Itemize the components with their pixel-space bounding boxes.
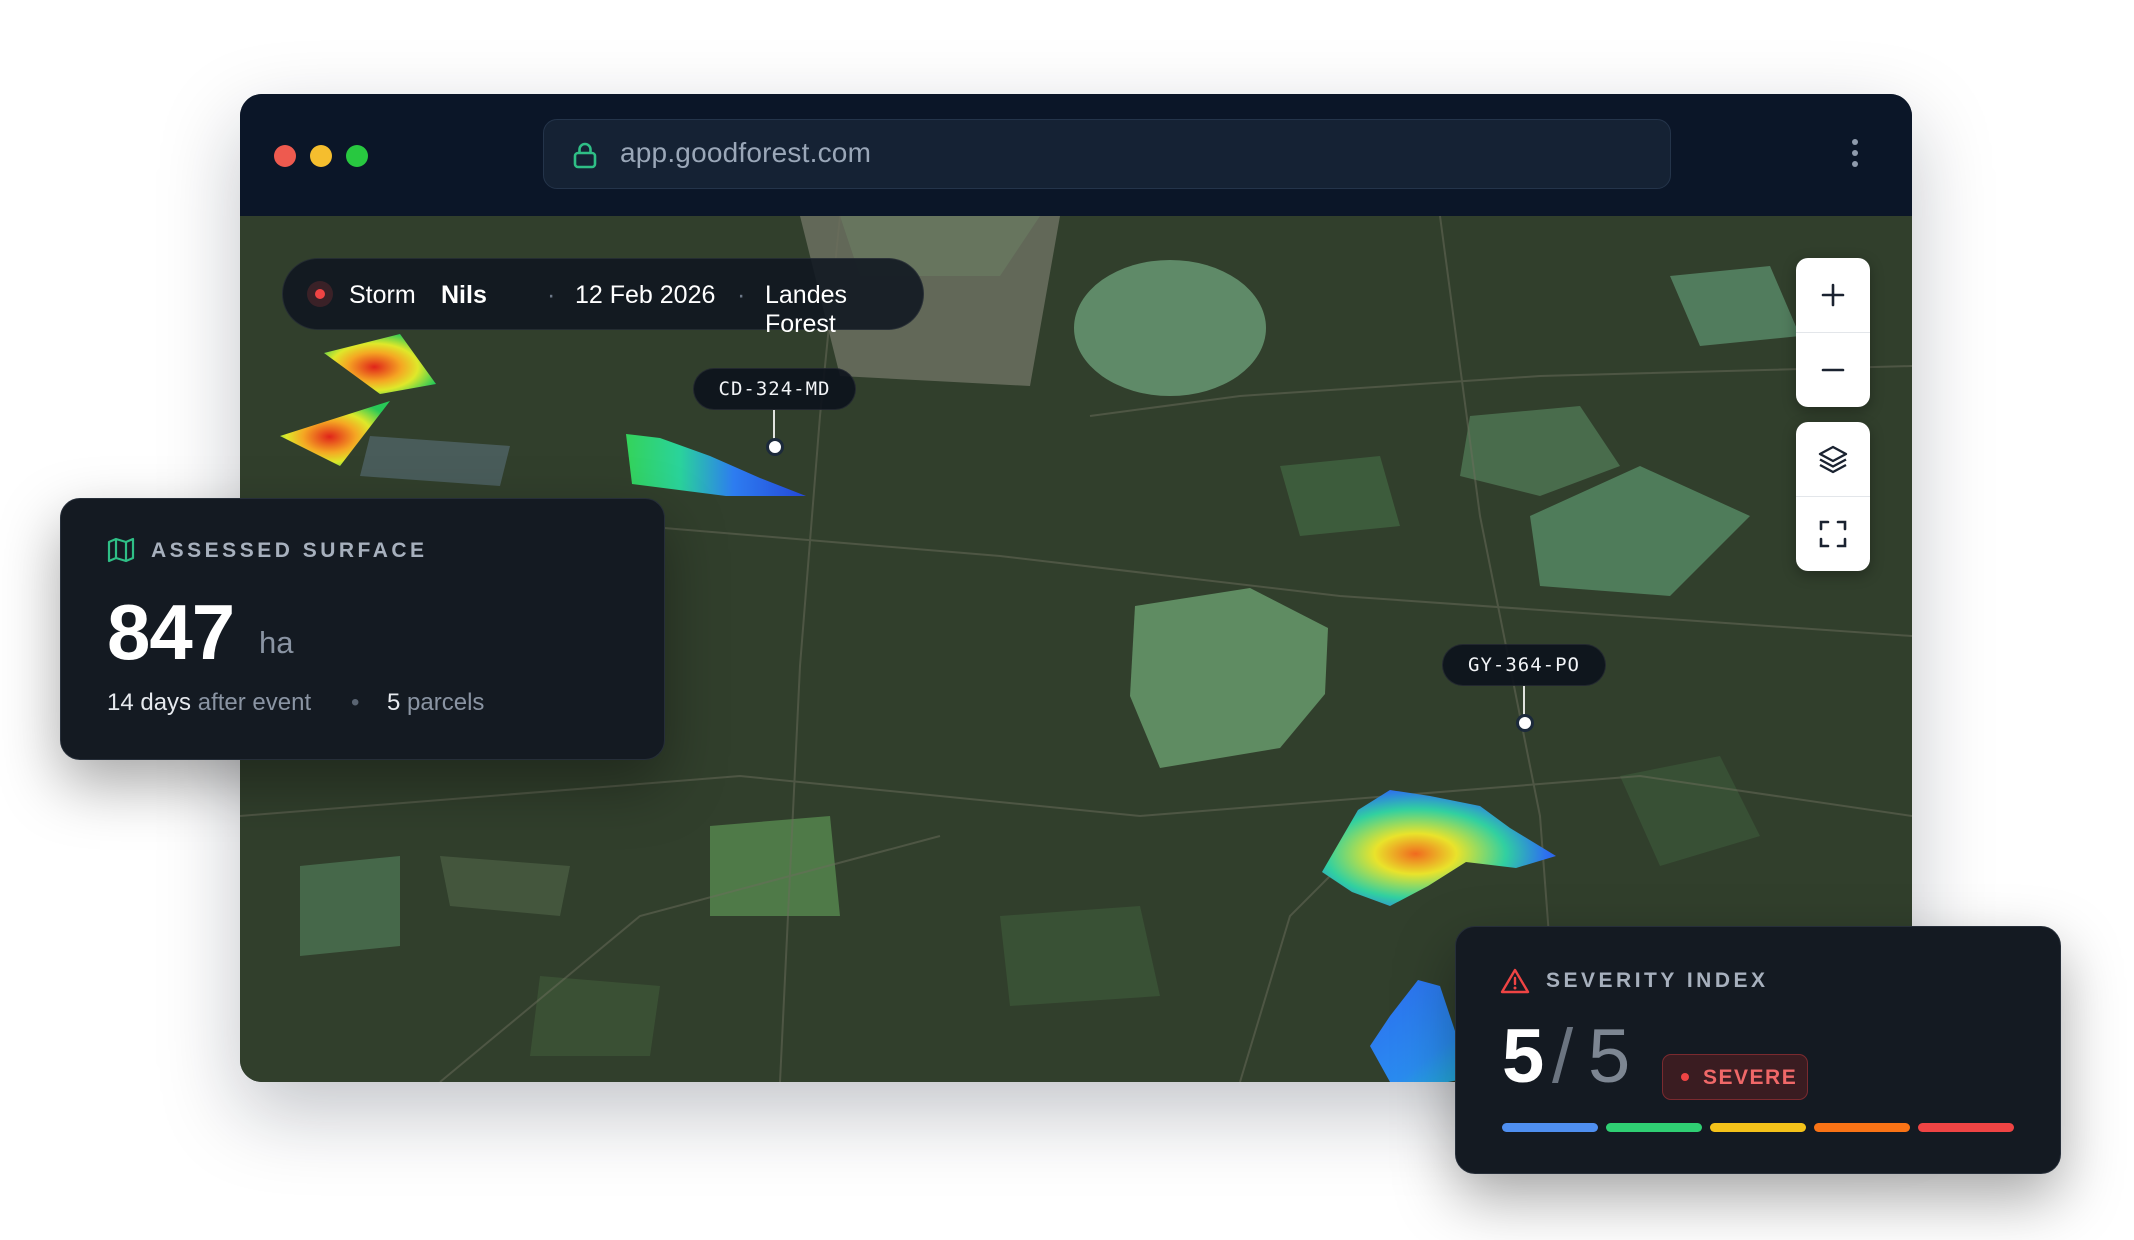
card-label: SEVERITY INDEX — [1546, 969, 1769, 992]
parcel-label[interactable]: CD-324-MD — [693, 368, 856, 410]
close-window-button[interactable] — [274, 145, 296, 167]
severity-scale-segment — [1918, 1123, 2014, 1132]
event-type: Storm — [349, 281, 416, 309]
minimize-window-button[interactable] — [310, 145, 332, 167]
maximize-window-button[interactable] — [346, 145, 368, 167]
fullscreen-button[interactable] — [1796, 496, 1870, 571]
layers-icon — [1818, 445, 1848, 474]
separator: • — [351, 689, 360, 716]
zoom-out-button[interactable] — [1796, 332, 1870, 407]
address-bar[interactable]: app.goodforest.com — [543, 119, 1671, 189]
severity-score: 5 — [1502, 1014, 1545, 1099]
view-controls — [1796, 422, 1870, 571]
severity-slash: / — [1552, 1014, 1574, 1099]
zoom-in-button[interactable] — [1796, 258, 1870, 332]
days-after-event: 14 days after event — [107, 689, 312, 716]
assessed-surface-card: ASSESSED SURFACE 847 ha 14 days after ev… — [60, 498, 665, 760]
severity-scale-segment — [1606, 1123, 1702, 1132]
event-name: Nils — [441, 281, 487, 309]
severity-badge: SEVERE — [1662, 1054, 1808, 1100]
url-text: app.goodforest.com — [620, 137, 872, 168]
severity-scale-segment — [1710, 1123, 1806, 1132]
severity-index-card: SEVERITY INDEX 5 / 5 SEVERE — [1455, 926, 2061, 1174]
surface-value: 847 — [107, 588, 235, 676]
more-options-icon[interactable] — [1850, 139, 1860, 169]
surface-unit: ha — [259, 625, 294, 660]
event-location: Landes Forest — [765, 281, 848, 338]
event-date: 12 Feb 2026 — [575, 281, 716, 309]
lock-icon — [573, 142, 597, 169]
parcel-count: 5 parcels — [387, 689, 485, 716]
severity-scale-segment — [1814, 1123, 1910, 1132]
event-status-dot — [307, 281, 333, 307]
parcel-label[interactable]: GY-364-PO — [1442, 644, 1606, 686]
map-icon — [107, 537, 135, 563]
separator: · — [737, 281, 746, 309]
fullscreen-icon — [1819, 520, 1847, 548]
minus-icon — [1821, 368, 1845, 372]
parcel-pin[interactable] — [1516, 714, 1534, 732]
parcel-pin[interactable] — [766, 438, 784, 456]
browser-toolbar: app.goodforest.com — [240, 94, 1912, 216]
event-summary-pill[interactable]: Storm Nils · 12 Feb 2026 · Landes Forest — [282, 258, 924, 338]
layers-button[interactable] — [1796, 422, 1870, 496]
severity-max: 5 — [1588, 1014, 1631, 1099]
warning-icon — [1500, 968, 1530, 994]
card-label: ASSESSED SURFACE — [151, 539, 428, 562]
zoom-controls — [1796, 258, 1870, 407]
separator: · — [547, 281, 556, 309]
severity-scale-segment — [1502, 1123, 1598, 1132]
plus-icon — [1821, 283, 1845, 307]
